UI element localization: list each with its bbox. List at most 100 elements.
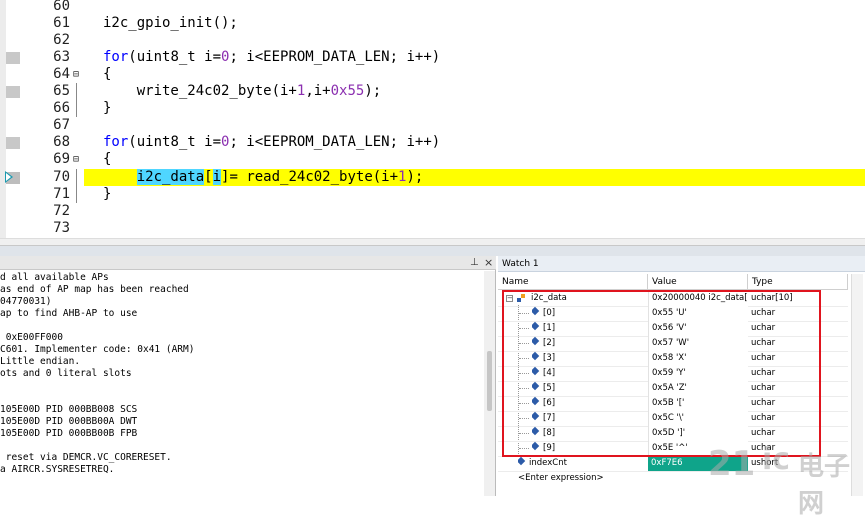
code-token: ; i<EEPROM_DATA_LEN; i++) [229,134,441,150]
code-text: for(uint8_t i=0; i<EEPROM_DATA_LEN; i++) [103,134,440,151]
column-header-value[interactable]: Value [648,274,748,290]
collapse-icon[interactable]: − [506,295,513,302]
selected-identifier[interactable]: i [212,169,222,185]
watch-row-element[interactable]: [5] 0x5A 'Z' uchar [498,381,848,396]
watch-value[interactable]: 0x55 'U' [648,306,748,321]
editor-horizontal-scrollbar[interactable] [0,238,865,245]
tree-branch [519,418,529,419]
breakpoint-marker[interactable] [6,137,20,149]
line-number: 72 [53,203,70,219]
watch-value[interactable]: 0x5B '[' [648,396,748,411]
watch-name-text: [2] [543,338,556,348]
watermark-glyph: 电子网 [798,452,851,519]
scrollbar-thumb[interactable] [487,351,492,411]
tree-branch [519,358,529,359]
watch-value[interactable]: 0x5D ']' [648,426,748,441]
breakpoint-marker[interactable] [6,86,20,98]
watch-row-element[interactable]: [1] 0x56 'V' uchar [498,321,848,336]
watch-row-element[interactable]: [7] 0x5C '\' uchar [498,411,848,426]
tree-branch [519,328,529,329]
watch-value[interactable]: 0x59 'Y' [648,366,748,381]
code-line-61: 61 i2c_gpio_init(); [0,15,865,32]
watch-name: [5] [532,381,642,396]
watch-name: [0] [532,306,642,321]
watch-type: uchar [751,338,776,348]
code-token: (uint8_t i= [128,49,222,65]
watermark-glyph: ic [762,442,791,477]
fold-collapse-icon[interactable]: ⊟ [73,66,79,83]
fold-collapse-icon[interactable]: ⊟ [73,151,79,168]
watch-name-text: [6] [543,398,556,408]
watch-row-element[interactable]: [0] 0x55 'U' uchar [498,306,848,321]
element-icon [532,321,540,331]
code-line-62: 62 [0,32,865,49]
column-header-type[interactable]: Type [748,274,848,290]
pin-icon[interactable]: ⊥ [470,257,479,268]
watch-value[interactable]: 0x20000040 i2c_data[] ... [648,291,748,306]
watch-name-text: [3] [543,353,556,363]
selected-identifier[interactable]: i2c_data [136,169,205,185]
command-output-line: ots and 0 literal slots [0,368,132,379]
code-token: [ [204,169,213,185]
element-icon [532,351,540,361]
line-number: 70 [53,169,70,185]
watch-row-element[interactable]: [8] 0x5D ']' uchar [498,426,848,441]
command-vertical-scrollbar[interactable] [484,271,495,496]
close-icon[interactable]: × [484,256,493,269]
watch-value[interactable]: 0x5A 'Z' [648,381,748,396]
code-text: write_24c02_byte(i+1,i+0x55); [103,83,381,100]
code-token: write_24c02_byte(i+ [103,83,297,99]
watch-type: uchar [751,428,776,438]
watch-row-element[interactable]: [6] 0x5B '[' uchar [498,396,848,411]
breakpoint-marker[interactable] [6,52,20,64]
enter-expression-input[interactable]: <Enter expression> [518,471,643,486]
command-output-line: 105E00D PID 000BB00A DWT [0,416,138,427]
command-window-titlebar: ⊥ × [0,256,496,270]
watch-value[interactable]: 0x56 'V' [648,321,748,336]
tree-branch [519,343,529,344]
watch-row-element[interactable]: [2] 0x57 'W' uchar [498,336,848,351]
line-number: 68 [53,134,70,150]
code-line-68: 68 for(uint8_t i=0; i<EEPROM_DATA_LEN; i… [0,134,865,151]
command-window[interactable]: ⊥ × d all available APs as end of AP map… [0,256,496,496]
watch-value[interactable]: 0x57 'W' [648,336,748,351]
code-line-63: 63 for(uint8_t i=0; i<EEPROM_DATA_LEN; i… [0,49,865,66]
line-number: 61 [53,15,70,31]
pane-splitter[interactable] [0,246,865,256]
watch-name: [8] [532,426,642,441]
watch-row-element[interactable]: [3] 0x58 'X' uchar [498,351,848,366]
line-number: 62 [53,32,70,48]
code-token: ); [364,83,382,99]
watermark-logo: 21 ic 电子网 [700,440,865,519]
variable-icon [518,456,526,466]
watch-type: uchar [751,353,776,363]
code-editor[interactable]: 60 61 i2c_gpio_init(); 62 63 for(uint8_t… [0,0,865,246]
watch-row-element[interactable]: [4] 0x59 'Y' uchar [498,366,848,381]
tree-branch [519,373,529,374]
tree-branch [519,433,529,434]
watch-name-text: [0] [543,308,556,318]
watch-name: [1] [532,321,642,336]
watch-type: uchar [751,308,776,318]
code-line-60: 60 [0,0,865,15]
line-number: 63 [53,49,70,65]
tree-branch [519,388,529,389]
command-output-line: as end of AP map has been reached [0,284,189,295]
code-text: i2c_gpio_init(); [103,15,238,31]
watch-value[interactable]: 0x58 'X' [648,351,748,366]
line-number: 66 [53,100,70,116]
number-literal: 0x55 [330,83,365,99]
watch-name: [4] [532,366,642,381]
column-header-name[interactable]: Name [498,274,648,290]
code-text: i2c_data[i]= read_24c02_byte(i+1); [103,169,423,186]
code-text: { [103,66,112,82]
command-output-line: a AIRCR.SYSRESETREQ. [0,464,115,475]
watch-type: uchar [751,398,776,408]
code-token: ; i<EEPROM_DATA_LEN; i++) [229,49,441,65]
keyword: for [103,49,129,65]
code-line-71: 71 } [0,186,865,203]
watch-value[interactable]: 0x5C '\' [648,411,748,426]
line-number: 71 [53,186,70,202]
watch-row-i2c-data[interactable]: − i2c_data 0x20000040 i2c_data[] ... uch… [498,291,848,306]
watermark-glyph: 21 [708,444,756,484]
